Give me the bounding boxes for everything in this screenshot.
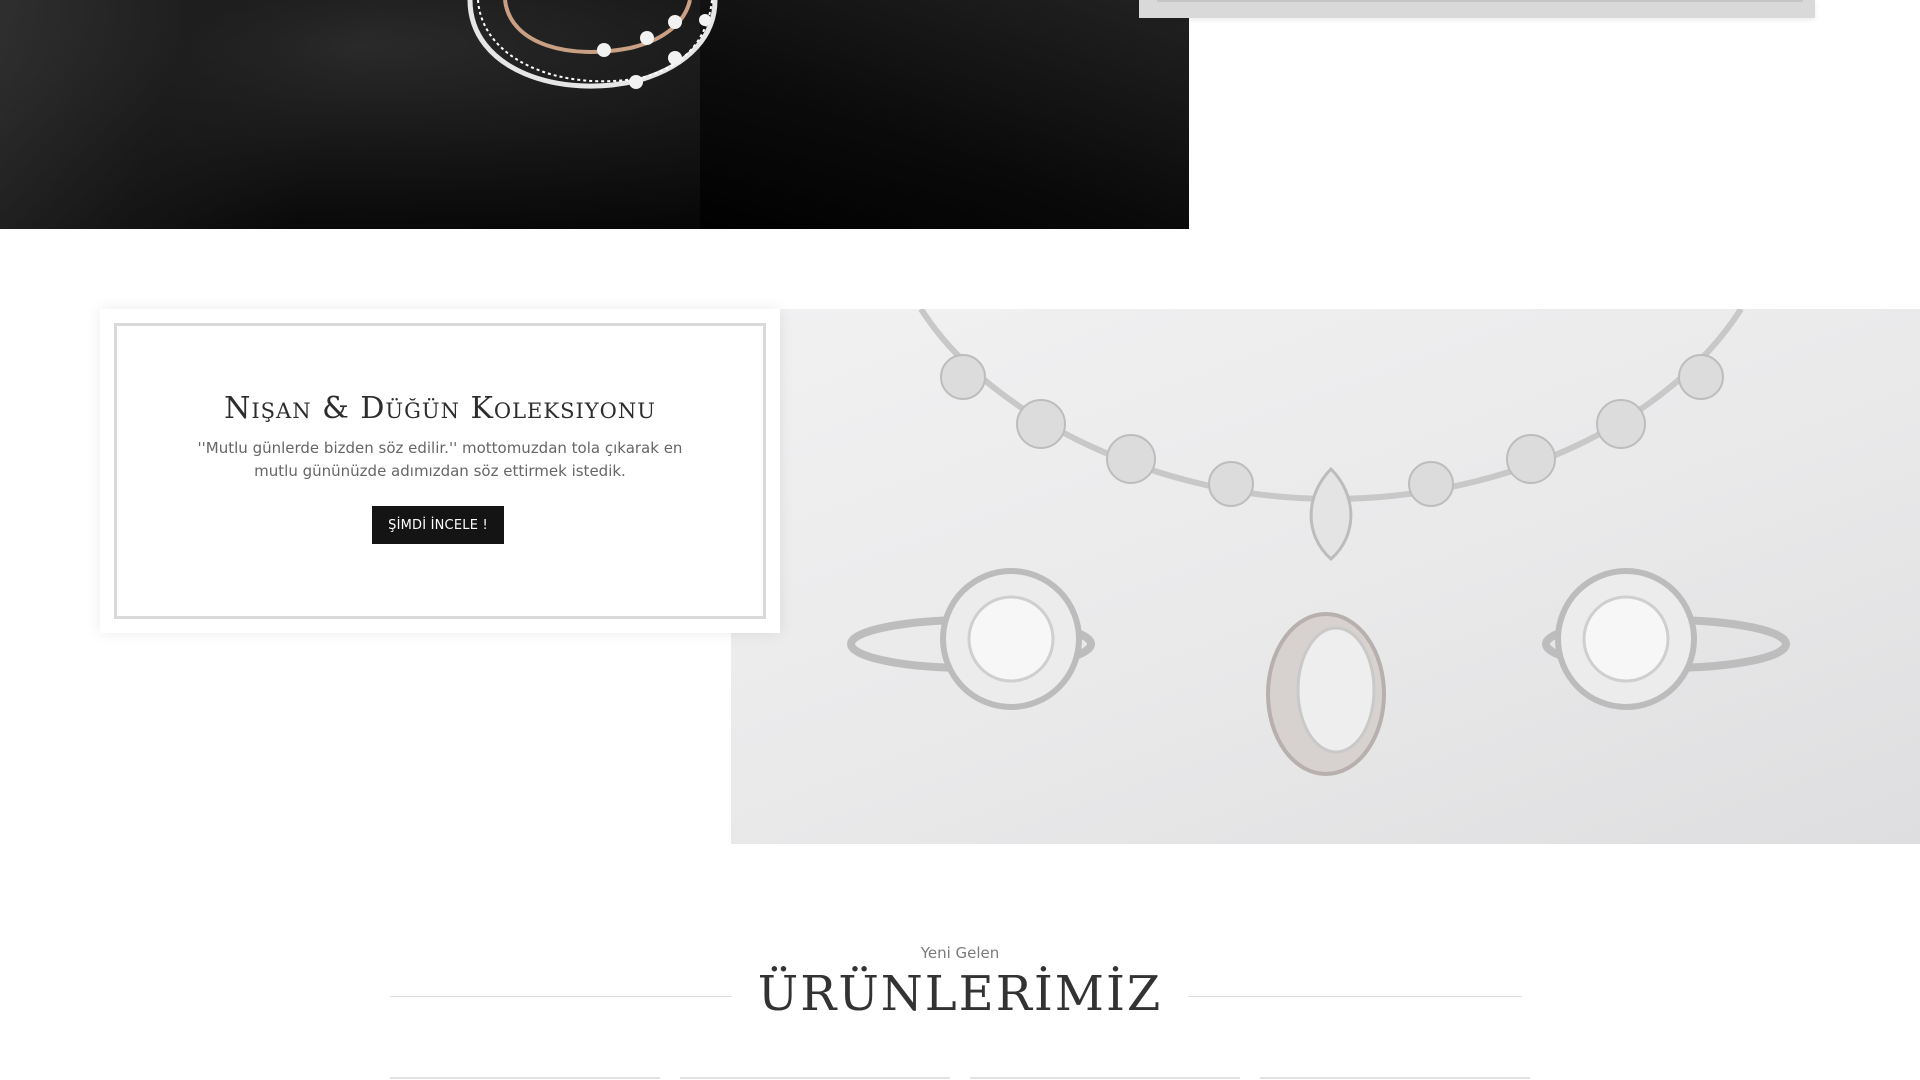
top-card-frame (1157, 0, 1803, 2)
product-card-3[interactable] (970, 1077, 1240, 1079)
section-kicker: Yeni Gelen (920, 944, 1000, 962)
section-title: ÜRÜNLERİMİZ (757, 966, 1163, 1022)
product-card-4[interactable] (1260, 1077, 1530, 1079)
necklace-banner-image (0, 0, 1189, 229)
necklace-icon (467, 0, 718, 89)
collection-title: Nişan & Düğün Koleksiyonu (224, 391, 656, 426)
section-divider-right (1188, 996, 1522, 997)
bridal-jewelry-image (731, 309, 1920, 844)
collection-description: ''Mutlu günlerde bizden söz edilir.'' mo… (197, 439, 683, 480)
product-card-2[interactable] (680, 1077, 950, 1079)
top-card (1139, 0, 1815, 18)
ring-icon (847, 309, 1790, 776)
collection-card: Nişan & Düğün Koleksiyonu ''Mutlu günler… (100, 309, 780, 633)
view-now-button[interactable]: ŞİMDİ İNCELE ! (372, 506, 504, 544)
product-card-1[interactable] (390, 1077, 660, 1079)
